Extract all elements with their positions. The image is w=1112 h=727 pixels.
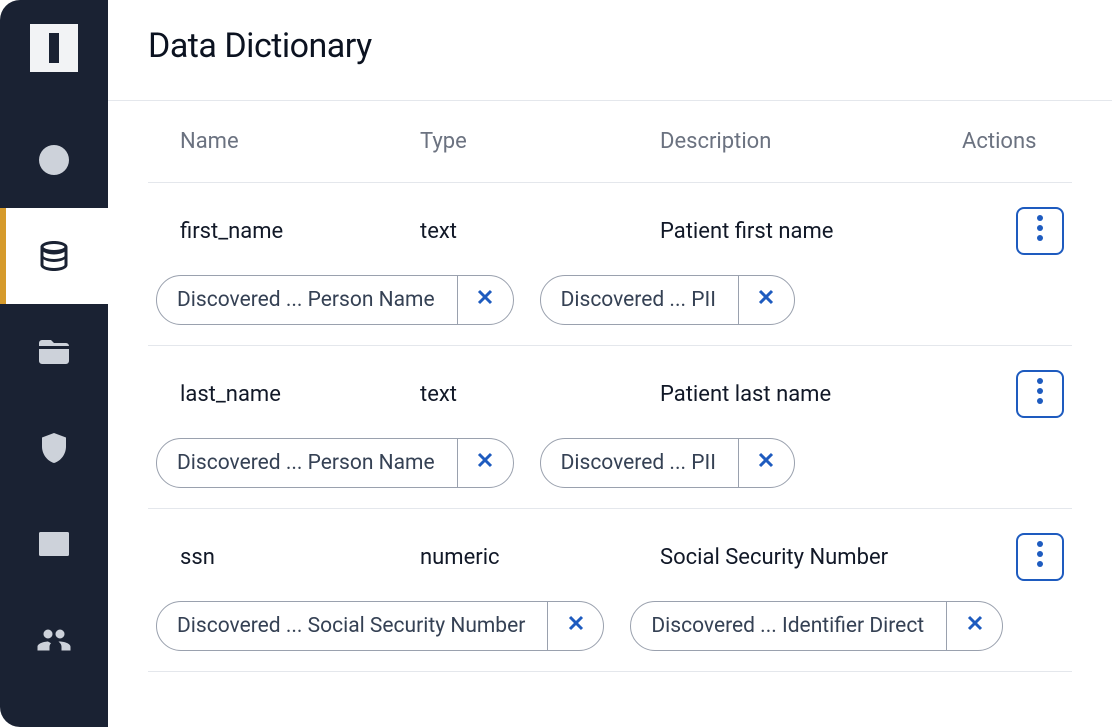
- sidebar-item-folder[interactable]: [0, 304, 108, 400]
- main-content: Data Dictionary Name Type Description Ac…: [108, 0, 1112, 727]
- field-type: numeric: [420, 545, 660, 570]
- sidebar: [0, 0, 108, 727]
- field-name: ssn: [180, 545, 420, 570]
- tag-label: Discovered ... Person Name: [157, 288, 457, 312]
- table-row: last_name text Patient last name Discove…: [148, 346, 1072, 509]
- tag-label: Discovered ... Social Security Number: [157, 614, 547, 638]
- field-description: Social Security Number: [660, 545, 962, 570]
- field-description: Patient first name: [660, 219, 962, 244]
- plus-circle-icon: [34, 140, 74, 180]
- page-title: Data Dictionary: [148, 26, 1072, 66]
- sidebar-item-database[interactable]: [0, 208, 108, 304]
- sidebar-item-people[interactable]: [0, 592, 108, 688]
- classification-tag: Discovered ... Person Name: [156, 275, 514, 325]
- tag-label: Discovered ... Identifier Direct: [631, 614, 946, 638]
- tag-remove-button[interactable]: [946, 602, 1002, 650]
- field-type: text: [420, 219, 660, 244]
- people-icon: [34, 620, 74, 660]
- close-icon: [566, 613, 586, 639]
- row-actions-button[interactable]: [1016, 207, 1064, 255]
- field-name: first_name: [180, 219, 420, 244]
- tag-remove-button[interactable]: [547, 602, 603, 650]
- shield-icon: [34, 428, 74, 468]
- classification-tag: Discovered ... PII: [540, 275, 795, 325]
- database-icon: [34, 236, 74, 276]
- close-icon: [475, 450, 495, 476]
- sidebar-item-add[interactable]: [0, 112, 108, 208]
- app-logo[interactable]: [30, 24, 78, 72]
- field-type: text: [420, 382, 660, 407]
- tag-remove-button[interactable]: [457, 276, 513, 324]
- close-icon: [756, 287, 776, 313]
- table-row: ssn numeric Social Security Number Disco…: [148, 509, 1072, 672]
- data-dictionary-table: Name Type Description Actions first_name…: [108, 101, 1112, 672]
- field-name: last_name: [180, 382, 420, 407]
- tag-label: Discovered ... Person Name: [157, 451, 457, 475]
- close-icon: [965, 613, 985, 639]
- table-header-row: Name Type Description Actions: [148, 101, 1072, 183]
- terminal-icon: [34, 524, 74, 564]
- row-actions-button[interactable]: [1016, 533, 1064, 581]
- column-header-name: Name: [180, 129, 420, 154]
- table-row: first_name text Patient first name Disco…: [148, 183, 1072, 346]
- column-header-type: Type: [420, 129, 660, 154]
- classification-tag: Discovered ... Person Name: [156, 438, 514, 488]
- app-logo-mark: [49, 33, 59, 63]
- more-vertical-icon: [1037, 215, 1043, 247]
- classification-tag: Discovered ... Social Security Number: [156, 601, 604, 651]
- column-header-actions: Actions: [962, 129, 1072, 154]
- tag-label: Discovered ... PII: [541, 451, 738, 475]
- folder-icon: [34, 332, 74, 372]
- row-actions-button[interactable]: [1016, 370, 1064, 418]
- more-vertical-icon: [1037, 378, 1043, 410]
- field-description: Patient last name: [660, 382, 962, 407]
- classification-tag: Discovered ... PII: [540, 438, 795, 488]
- page-header: Data Dictionary: [108, 0, 1112, 100]
- tag-label: Discovered ... PII: [541, 288, 738, 312]
- tag-remove-button[interactable]: [457, 439, 513, 487]
- close-icon: [756, 450, 776, 476]
- column-header-description: Description: [660, 129, 962, 154]
- tag-remove-button[interactable]: [738, 276, 794, 324]
- sidebar-item-terminal[interactable]: [0, 496, 108, 592]
- classification-tag: Discovered ... Identifier Direct: [630, 601, 1003, 651]
- sidebar-item-shield[interactable]: [0, 400, 108, 496]
- more-vertical-icon: [1037, 541, 1043, 573]
- close-icon: [475, 287, 495, 313]
- app-window: Data Dictionary Name Type Description Ac…: [0, 0, 1112, 727]
- tag-remove-button[interactable]: [738, 439, 794, 487]
